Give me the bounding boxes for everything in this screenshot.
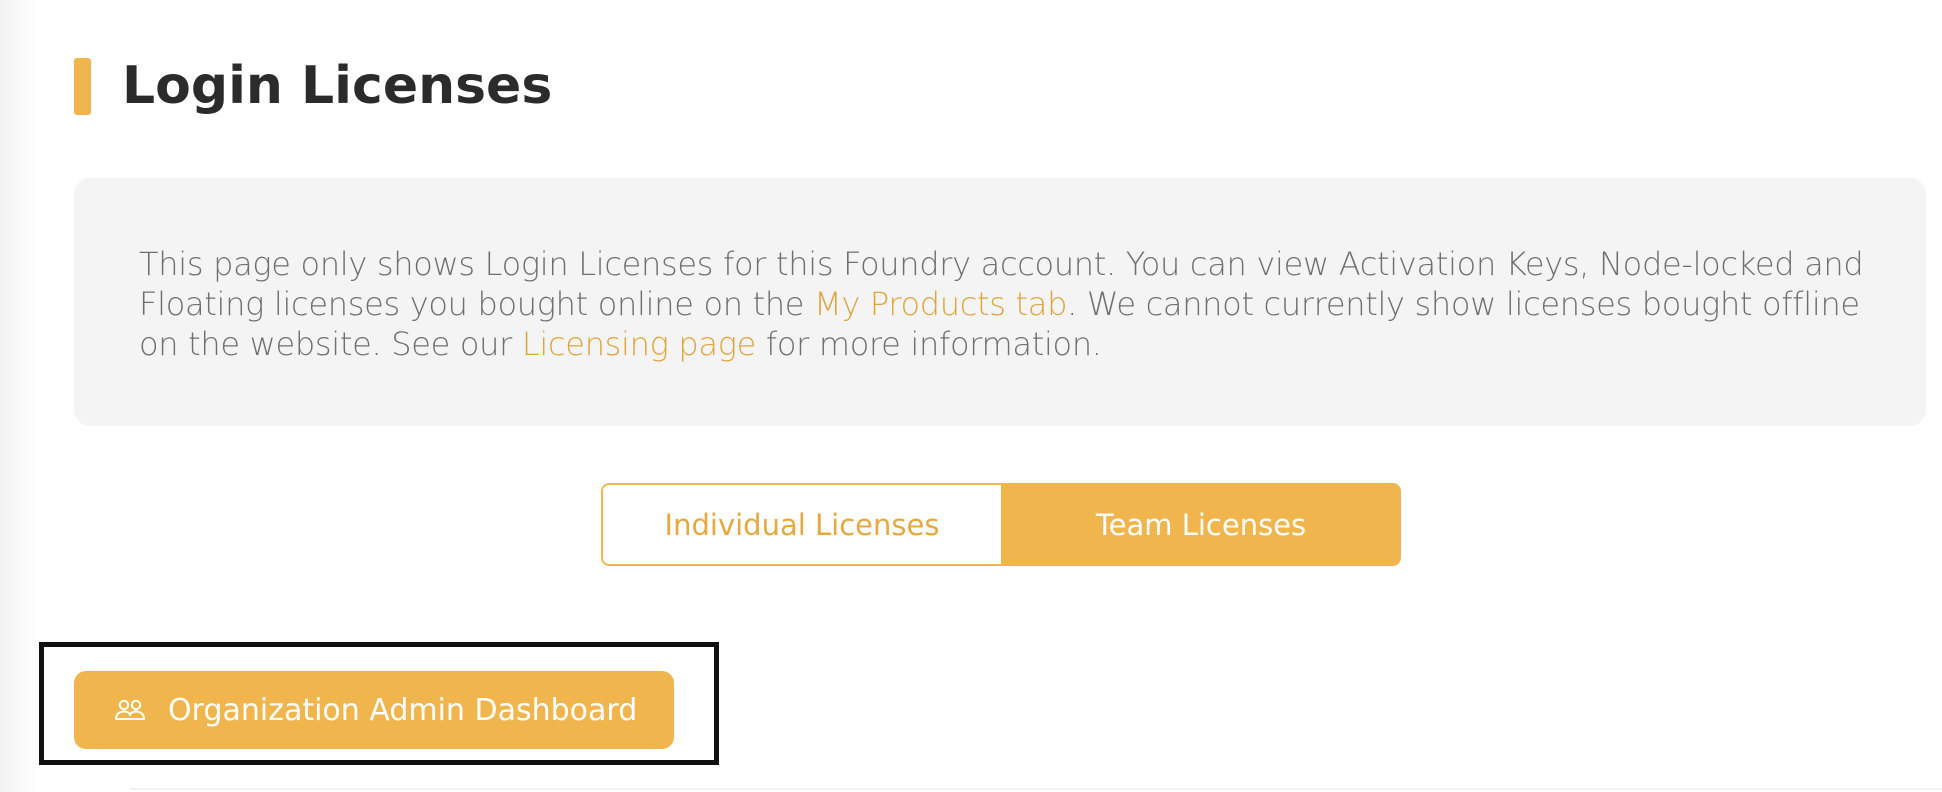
individual-licenses-tab[interactable]: Individual Licenses: [601, 483, 1001, 566]
admin-button-label: Organization Admin Dashboard: [168, 692, 638, 728]
info-text: This page only shows Login Licenses for …: [139, 244, 1866, 364]
team-licenses-tab[interactable]: Team Licenses: [1001, 483, 1401, 566]
info-notice: This page only shows Login Licenses for …: [74, 178, 1926, 426]
title-accent-bar: [74, 57, 91, 115]
page-header: Login Licenses: [74, 56, 552, 116]
users-icon: [114, 698, 146, 722]
licensing-page-link[interactable]: Licensing page: [522, 325, 756, 363]
organization-admin-dashboard-button[interactable]: Organization Admin Dashboard: [74, 671, 674, 749]
license-type-toggle: Individual Licenses Team Licenses: [601, 483, 1401, 566]
left-edge-shade: [0, 0, 40, 792]
info-text-part3: for more information.: [756, 325, 1102, 363]
my-products-tab-link[interactable]: My Products tab: [814, 285, 1067, 323]
divider: [130, 788, 1942, 790]
page-title: Login Licenses: [122, 56, 553, 116]
